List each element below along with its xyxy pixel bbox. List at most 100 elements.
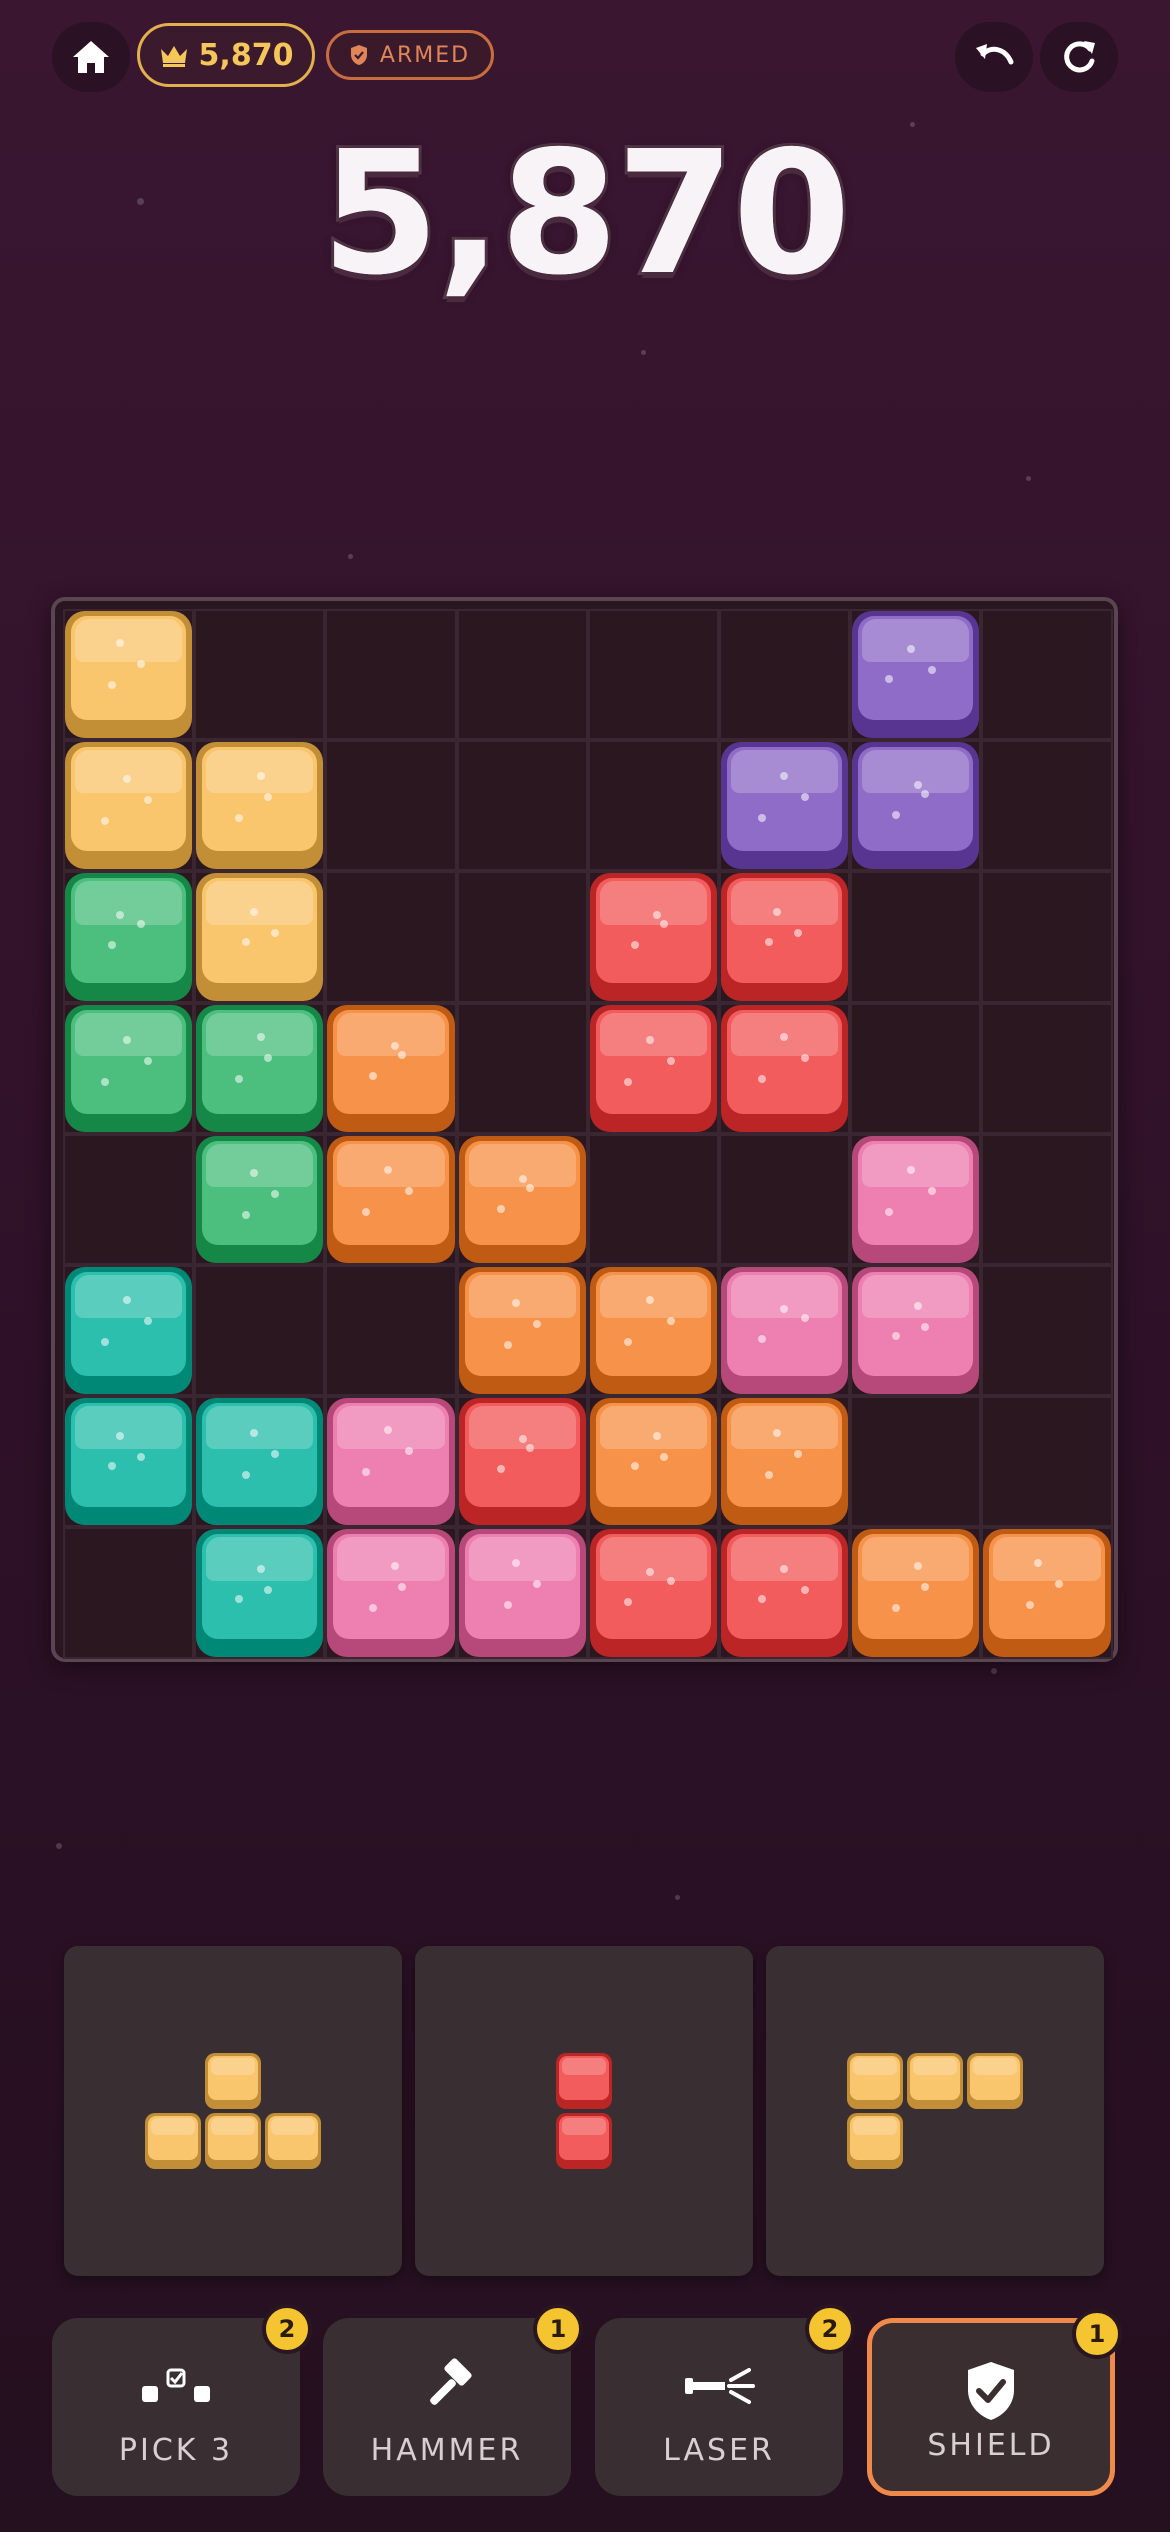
board-cell[interactable]: [587, 1133, 719, 1265]
teal-block: [196, 1529, 324, 1657]
shield-button[interactable]: SHIELD 1: [867, 2309, 1122, 2496]
red-block: [721, 873, 849, 1001]
background-star: [1026, 476, 1031, 481]
pick-three-icon: [142, 2368, 210, 2402]
laser-icon: [685, 2368, 755, 2404]
board-cell[interactable]: [456, 609, 588, 741]
yellow-piece-block[interactable]: [847, 2053, 903, 2109]
purple-block: [721, 742, 849, 870]
orange-block: [852, 1529, 980, 1657]
board-cell[interactable]: [981, 740, 1113, 872]
background-star: [991, 1668, 997, 1674]
yellow-piece-block[interactable]: [967, 2053, 1023, 2109]
home-button[interactable]: [52, 22, 130, 92]
game-board[interactable]: [51, 597, 1118, 1662]
board-cell[interactable]: [587, 609, 719, 741]
orange-block: [327, 1135, 455, 1263]
green-block: [196, 1135, 324, 1263]
piece-tray-2[interactable]: [415, 1946, 753, 2276]
board-cell[interactable]: [981, 1002, 1113, 1134]
red-block: [721, 1529, 849, 1657]
board-cell[interactable]: [456, 1002, 588, 1134]
board-cell[interactable]: [850, 1396, 982, 1528]
piece-tray-1[interactable]: [64, 1946, 402, 2276]
hammer-icon: [430, 2358, 472, 2405]
orange-block: [589, 1398, 717, 1526]
board-cell[interactable]: [587, 740, 719, 872]
shield-status-pill: ARMED: [326, 30, 494, 80]
best-score-value: 5,870: [198, 37, 294, 73]
yellow-block: [65, 742, 193, 870]
board-cell[interactable]: [456, 740, 588, 872]
purple-block: [852, 611, 980, 739]
board-cell[interactable]: [194, 1265, 326, 1397]
background-star: [641, 350, 646, 355]
yellow-piece-block[interactable]: [145, 2113, 201, 2169]
red-piece-block[interactable]: [556, 2053, 612, 2109]
pink-block: [721, 1267, 849, 1395]
undo-button[interactable]: [955, 22, 1033, 92]
yellow-piece-block[interactable]: [205, 2053, 261, 2109]
board-cell[interactable]: [194, 609, 326, 741]
teal-block: [196, 1398, 324, 1526]
green-block: [196, 1004, 324, 1132]
background-star: [348, 554, 353, 559]
board-cell[interactable]: [981, 871, 1113, 1003]
yellow-block: [196, 873, 324, 1001]
yellow-piece-block[interactable]: [847, 2113, 903, 2169]
board-cell[interactable]: [63, 1133, 195, 1265]
shield-count-badge: 1: [1072, 2309, 1122, 2359]
background-star: [56, 1843, 62, 1849]
board-cell[interactable]: [719, 1133, 851, 1265]
yellow-block: [65, 611, 193, 739]
pink-block: [852, 1267, 980, 1395]
pick-three-label: PICK 3: [118, 2433, 234, 2468]
board-cell[interactable]: [63, 1527, 195, 1659]
crown-icon: [160, 46, 187, 67]
board-cell[interactable]: [981, 609, 1113, 741]
best-score-pill: 5,870: [137, 23, 315, 87]
background-star: [675, 1895, 680, 1900]
hammer-button[interactable]: HAMMER 1: [323, 2304, 583, 2496]
board-cell[interactable]: [981, 1265, 1113, 1397]
orange-block: [589, 1267, 717, 1395]
pink-block: [327, 1529, 455, 1657]
board-cell[interactable]: [850, 1002, 982, 1134]
yellow-piece-block[interactable]: [265, 2113, 321, 2169]
board-cell[interactable]: [981, 1133, 1113, 1265]
pick-three-count-badge: 2: [262, 2304, 312, 2354]
board-cell[interactable]: [981, 1396, 1113, 1528]
board-cell[interactable]: [456, 871, 588, 1003]
orange-block: [983, 1529, 1111, 1657]
green-block: [65, 1004, 193, 1132]
piece-tray-3[interactable]: [766, 1946, 1104, 2276]
red-block: [458, 1398, 586, 1526]
orange-block: [327, 1004, 455, 1132]
board-cell[interactable]: [325, 740, 457, 872]
shield-small-icon: [350, 45, 367, 65]
teal-block: [65, 1267, 193, 1395]
yellow-piece-block[interactable]: [907, 2053, 963, 2109]
yellow-piece-block[interactable]: [205, 2113, 261, 2169]
laser-label: LASER: [663, 2433, 775, 2468]
red-block: [589, 1529, 717, 1657]
board-cell[interactable]: [325, 1265, 457, 1397]
orange-block: [721, 1398, 849, 1526]
current-score: 5,870: [318, 112, 854, 316]
board-cell[interactable]: [325, 609, 457, 741]
board-cell[interactable]: [325, 871, 457, 1003]
board-cell[interactable]: [719, 609, 851, 741]
pick-three-button[interactable]: PICK 3 2: [52, 2304, 312, 2496]
purple-block: [852, 742, 980, 870]
board-cell[interactable]: [850, 871, 982, 1003]
top-bar: 5,870 ARMED: [0, 0, 1170, 110]
home-icon: [73, 41, 109, 73]
pink-block: [458, 1529, 586, 1657]
orange-block: [458, 1135, 586, 1263]
red-piece-block[interactable]: [556, 2113, 612, 2169]
pink-block: [327, 1398, 455, 1526]
hammer-count-badge: 1: [533, 2304, 583, 2354]
hammer-label: HAMMER: [370, 2433, 524, 2468]
restart-button[interactable]: [1040, 22, 1118, 92]
laser-button[interactable]: LASER 2: [595, 2304, 855, 2496]
